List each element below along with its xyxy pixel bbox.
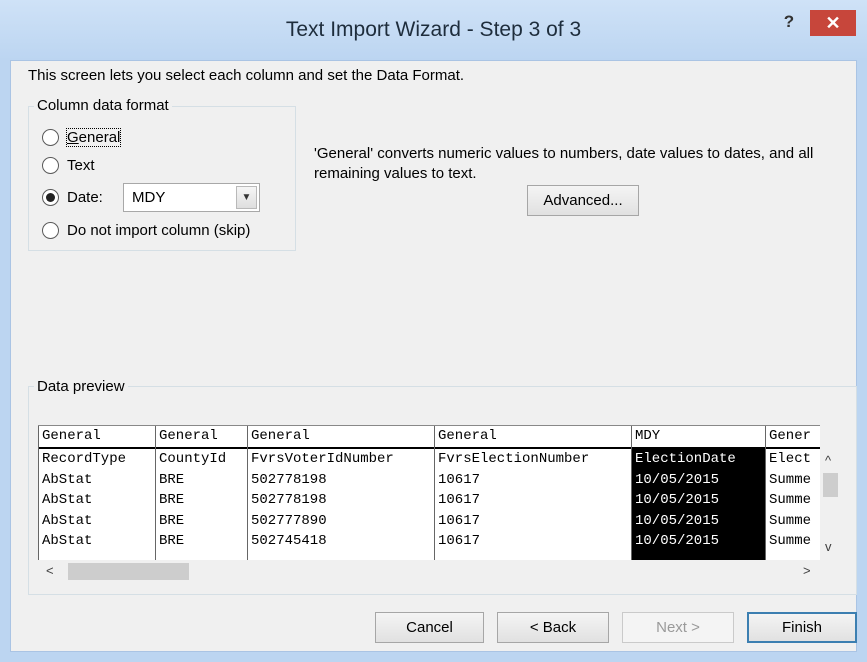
title-bar: Text Import Wizard - Step 3 of 3 ? ✕ [0,0,867,60]
scroll-left-icon[interactable]: < [46,563,54,578]
vertical-scroll-thumb[interactable] [823,473,838,497]
radio-skip-button[interactable] [42,222,59,239]
preview-cell: 10617 [438,471,481,488]
radio-general-label: General [65,128,122,147]
preview-cell: Elect [769,451,812,467]
preview-cell: 10617 [438,533,481,549]
preview-cell: AbStat [42,471,93,488]
window-frame-left [0,60,10,662]
preview-cell: 502778198 [251,492,327,508]
format-description: 'General' converts numeric values to num… [314,145,814,182]
preview-column-format[interactable]: General [435,426,631,449]
preview-cell: 10/05/2015 [635,492,720,508]
preview-cell: BRE [159,512,185,529]
preview-cell: BRE [159,492,185,508]
preview-column-format[interactable]: General [156,426,247,449]
preview-column-format[interactable]: Gener [766,426,820,449]
preview-column[interactable]: MDY ElectionDate 10/05/2015 10/05/2015 10/05… [631,426,765,561]
scroll-down-icon[interactable]: v [825,539,832,554]
scroll-right-icon[interactable]: > [803,563,811,578]
cancel-button[interactable]: Cancel [375,612,484,643]
window-title: Text Import Wizard - Step 3 of 3 [285,18,582,41]
preview-vertical-scrollbar[interactable]: ^ v [820,449,840,560]
radio-date[interactable]: Date: [42,189,103,206]
column-format-label: Column data format [34,97,172,114]
preview-cell: AbStat [42,492,93,508]
date-format-select[interactable]: MDY ▼ [123,183,260,212]
radio-skip-label: Do not import column (skip) [67,222,251,239]
preview-column[interactable]: General FvrsVoterIdNumber 502778198 5027781… [247,426,434,561]
preview-cell: 10617 [438,512,481,529]
preview-cell: 10617 [438,492,481,508]
preview-cell: 10/05/2015 [635,471,720,488]
next-button[interactable]: Next > [622,612,734,643]
preview-column[interactable]: General RecordType AbStat AbStat AbStat AbSta… [38,426,155,561]
preview-cell: CountyId [159,451,227,467]
preview-cell: Summe [769,533,812,549]
radio-general-button[interactable] [42,129,59,146]
instructions-text: This screen lets you select each column … [28,67,465,84]
close-button[interactable]: ✕ [810,10,856,36]
preview-column-format[interactable]: General [248,426,434,449]
radio-date-button[interactable] [42,189,59,206]
finish-button[interactable]: Finish [747,612,857,643]
advanced-button[interactable]: Advanced... [527,185,639,216]
preview-column[interactable]: General CountyId BRE BRE BRE BRE [155,426,247,561]
window-frame-bottom [0,652,867,662]
data-preview-label: Data preview [34,378,128,395]
radio-text-button[interactable] [42,157,59,174]
preview-cell: 10/05/2015 [635,533,720,549]
radio-date-label: Date: [67,189,103,206]
preview-cell: Summe [769,471,812,488]
preview-cell: Summe [769,512,812,529]
preview-cell: 502777890 [251,512,327,529]
data-preview-grid[interactable]: General RecordType AbStat AbStat AbStat AbSta… [38,425,820,561]
preview-cell: AbStat [42,512,93,529]
radio-text[interactable]: Text [42,157,95,174]
preview-horizontal-scrollbar[interactable]: < > [38,560,820,582]
preview-column-format[interactable]: General [39,426,155,449]
preview-cell: Summe [769,492,812,508]
preview-cell: FvrsVoterIdNumber [251,451,394,467]
horizontal-scroll-thumb[interactable] [68,563,189,580]
preview-cell: 10/05/2015 [635,512,720,529]
preview-cell: BRE [159,471,185,488]
date-format-value: MDY [132,189,166,206]
scroll-up-icon[interactable]: ^ [825,453,831,468]
preview-cell: 502778198 [251,471,327,488]
preview-column[interactable]: Gener Elect Summe Summe Summe Summe [765,426,820,561]
radio-skip[interactable]: Do not import column (skip) [42,222,250,239]
chevron-down-icon[interactable]: ▼ [236,186,257,209]
preview-column-format[interactable]: MDY [632,426,765,449]
help-button[interactable]: ? [774,10,804,34]
preview-cell: FvrsElectionNumber [438,451,590,467]
radio-general[interactable]: General [42,128,122,147]
preview-cell: ElectionDate [635,451,736,467]
preview-cell: RecordType [42,451,127,467]
radio-text-label: Text [67,157,95,174]
preview-cell: BRE [159,533,185,549]
preview-column[interactable]: General FvrsElectionNumber 10617 10617 10617… [434,426,631,561]
preview-cell: 502745418 [251,533,327,549]
preview-cell: AbStat [42,533,93,549]
back-button[interactable]: < Back [497,612,609,643]
